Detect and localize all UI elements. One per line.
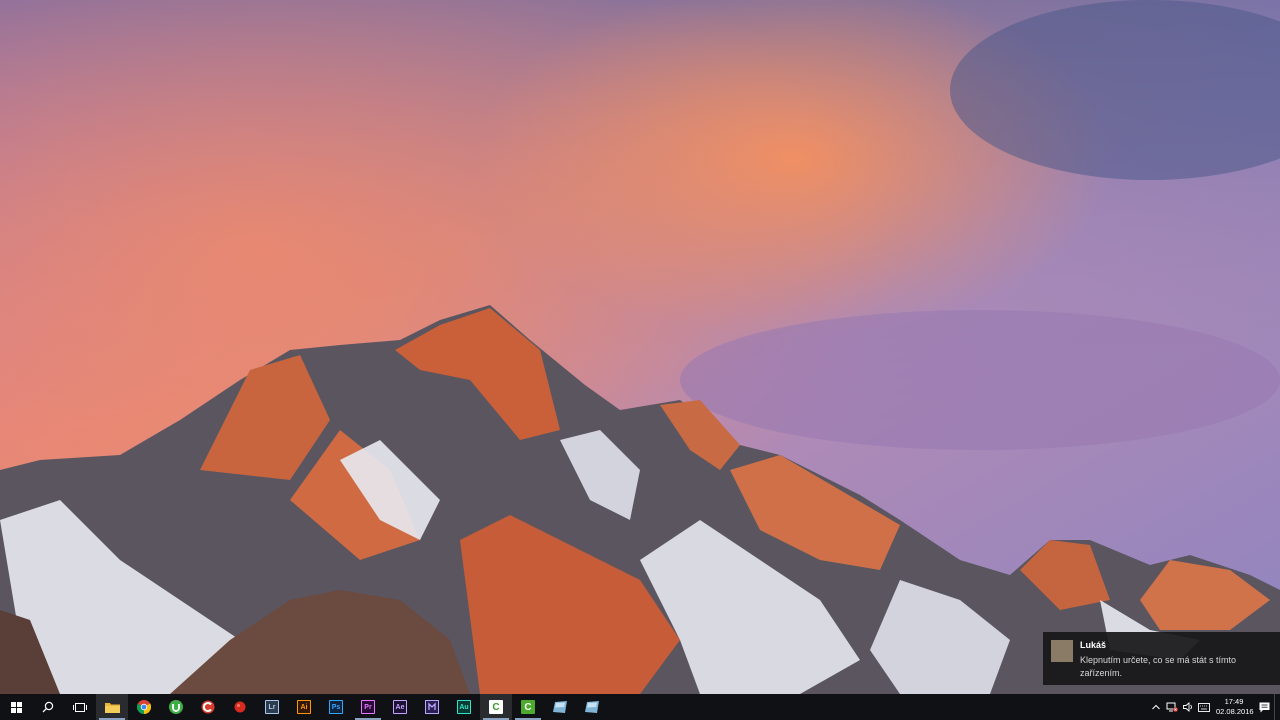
media-encoder-icon (425, 700, 439, 714)
keyboard-language-button[interactable] (1196, 694, 1212, 720)
notification-body: Lukáš Klepnutím určete, co se má stát s … (1080, 639, 1270, 678)
taskbar-app-lightroom[interactable]: Lr (256, 694, 288, 720)
red-ball-icon (234, 701, 246, 713)
desktop-wallpaper (0, 0, 1280, 720)
notification-icon (1259, 702, 1269, 712)
notification-title: Lukáš (1080, 640, 1107, 650)
taskbar-app-blue-2[interactable] (576, 694, 608, 720)
audition-icon: Au (457, 700, 471, 714)
taskbar-app-media-encoder[interactable] (416, 694, 448, 720)
network-button[interactable] (1164, 694, 1180, 720)
clock-date: 02.08.2016 (1216, 707, 1254, 716)
folder-icon (104, 703, 120, 713)
notification-toast[interactable]: Lukáš Klepnutím určete, co se má stát s … (1043, 632, 1280, 685)
clock[interactable]: 17:49 02.08.2016 (1212, 697, 1256, 717)
search-button[interactable] (32, 694, 64, 720)
task-view-button[interactable] (64, 694, 96, 720)
start-button[interactable] (0, 694, 32, 720)
action-center-button[interactable] (1256, 694, 1272, 720)
ccleaner-icon (201, 700, 215, 714)
clock-time: 17:49 (1224, 697, 1244, 706)
taskbar-app-chrome[interactable] (128, 694, 160, 720)
premiere-icon: Pr (361, 700, 375, 714)
show-hidden-icons-button[interactable] (1148, 694, 1164, 720)
search-icon (42, 701, 54, 713)
user-avatar (1051, 640, 1073, 662)
taskbar-app-blue-1[interactable] (544, 694, 576, 720)
taskbar-app-utorrent[interactable] (160, 694, 192, 720)
notification-text: Klepnutím určete, co se má stát s tímto … (1080, 655, 1237, 678)
taskbar-app-illustrator[interactable]: Ai (288, 694, 320, 720)
camtasia-recorder-icon: C (521, 700, 535, 714)
blue-window-icon (553, 701, 567, 713)
taskbar-app-file-explorer[interactable] (96, 694, 128, 720)
windows-logo-icon (10, 701, 22, 713)
taskbar-app-camtasia-recorder[interactable]: C (512, 694, 544, 720)
taskbar-app-ccleaner[interactable] (192, 694, 224, 720)
taskbar-app-red[interactable] (224, 694, 256, 720)
taskbar-app-audition[interactable]: Au (448, 694, 480, 720)
speaker-icon (1182, 702, 1192, 712)
photoshop-icon: Ps (329, 700, 343, 714)
taskbar-app-after-effects[interactable]: Ae (384, 694, 416, 720)
taskbar-app-premiere[interactable]: Pr (352, 694, 384, 720)
chrome-icon (137, 700, 151, 714)
taskbar-app-photoshop[interactable]: Ps (320, 694, 352, 720)
taskbar: Lr Ai Ps Pr Ae Au C C 17:49 02.08.2016 (0, 694, 1280, 720)
utorrent-icon (169, 700, 183, 714)
volume-button[interactable] (1180, 694, 1196, 720)
system-tray: 17:49 02.08.2016 (1148, 694, 1280, 720)
lightroom-icon: Lr (265, 700, 279, 714)
network-disconnected-icon (1166, 702, 1178, 712)
chevron-up-icon (1152, 704, 1160, 710)
keyboard-icon (1198, 702, 1210, 712)
blue-window-icon (585, 701, 599, 713)
taskbar-app-camtasia[interactable]: C (480, 694, 512, 720)
camtasia-icon: C (489, 700, 503, 714)
show-desktop-button[interactable] (1274, 694, 1280, 720)
illustrator-icon: Ai (297, 700, 311, 714)
task-view-icon (73, 702, 87, 712)
after-effects-icon: Ae (393, 700, 407, 714)
